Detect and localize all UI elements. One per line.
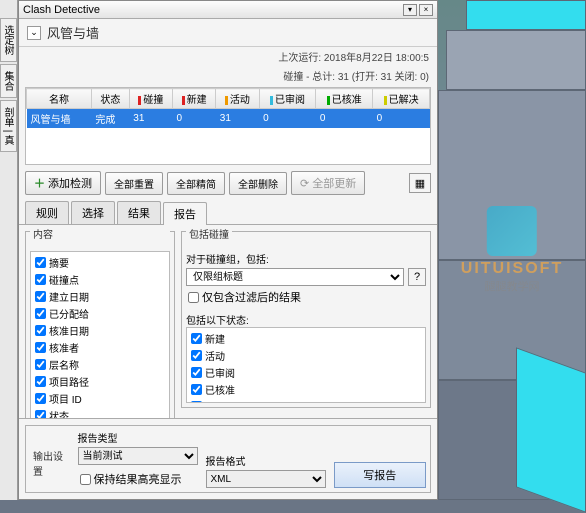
content-item[interactable]: 项目路径	[33, 373, 167, 390]
content-item[interactable]: 核准者	[33, 339, 167, 356]
include-fieldset: 包括碰撞 对于碰撞组，包括: 仅限组标题 ? 仅包含过滤后的结果 包括以下状态:…	[181, 231, 431, 408]
col-header[interactable]: 状态	[91, 89, 129, 109]
output-fieldset: 输出设置 报告类型 当前测试 保持结果高亮显示 报告格式 XML 写报告	[25, 425, 431, 493]
add-test-button[interactable]: ＋添加检测	[25, 171, 101, 195]
group-select[interactable]: 仅限组标题	[186, 268, 404, 286]
export-button[interactable]: ▦	[409, 173, 431, 193]
vertical-tabs: 选定树 集合 剖单 | 真	[0, 0, 18, 500]
vtab-1[interactable]: 集合	[0, 64, 17, 98]
state-item[interactable]: 活动	[189, 347, 423, 364]
vtab-0[interactable]: 选定树	[0, 18, 17, 62]
tab-results[interactable]: 结果	[117, 201, 161, 224]
content-list[interactable]: 摘要碰撞点建立日期已分配给核准日期核准者层名称项目路径项目 ID状态距离说明注释…	[30, 251, 170, 418]
filter-only-check[interactable]: 仅包含过滤后的结果	[186, 288, 426, 306]
write-report-button[interactable]: 写报告	[334, 462, 426, 488]
col-header[interactable]: 碰撞	[129, 89, 172, 109]
state-item[interactable]: 已审阅	[189, 364, 423, 381]
content-item[interactable]: 摘要	[33, 254, 167, 271]
clash-panel: Clash Detective ▾ × ⌄ 风管与墙 上次运行: 2018年8月…	[18, 0, 438, 500]
tab-report[interactable]: 报告	[163, 202, 207, 225]
content-fieldset: 内容 摘要碰撞点建立日期已分配给核准日期核准者层名称项目路径项目 ID状态距离说…	[25, 231, 175, 418]
clash-table: 名称状态碰撞新建活动已审阅已核准已解决 风管与墙完成31031000	[25, 87, 431, 165]
content-item[interactable]: 核准日期	[33, 322, 167, 339]
col-header[interactable]: 已解决	[373, 89, 430, 109]
titlebar: Clash Detective ▾ ×	[19, 1, 437, 19]
col-header[interactable]: 已核准	[316, 89, 373, 109]
3d-viewport[interactable]: UITUISOFT 腿腿教学网	[438, 0, 586, 500]
window-title: Clash Detective	[23, 4, 100, 16]
collapse-button[interactable]: ⌄	[27, 26, 41, 40]
col-header[interactable]: 新建	[173, 89, 216, 109]
state-item[interactable]: 已核准	[189, 381, 423, 398]
tabs: 规则 选择 结果 报告	[19, 201, 437, 225]
content-item[interactable]: 状态	[33, 407, 167, 418]
section-header: ⌄ 风管与墙	[19, 19, 437, 47]
keep-highlight-check[interactable]: 保持结果高亮显示	[78, 470, 198, 488]
update-all-button[interactable]: ⟳全部更新	[291, 171, 365, 195]
refresh-icon: ⟳	[300, 177, 309, 190]
col-header[interactable]: 名称	[27, 89, 92, 109]
delete-all-button[interactable]: 全部删除	[229, 172, 287, 195]
format-label: 报告格式	[206, 453, 326, 468]
vtab-2[interactable]: 剖单 | 真	[0, 100, 17, 152]
last-run: 上次运行: 2018年8月22日 18:00:5	[19, 47, 437, 66]
states-list[interactable]: 新建活动已审阅已核准已解决	[186, 327, 426, 403]
type-label: 报告类型	[78, 430, 198, 445]
tab-select[interactable]: 选择	[71, 201, 115, 224]
states-label: 包括以下状态:	[186, 312, 426, 327]
tab-rules[interactable]: 规则	[25, 201, 69, 224]
group-label: 对于碰撞组，包括:	[186, 251, 426, 266]
compact-all-button[interactable]: 全部精简	[167, 172, 225, 195]
state-item[interactable]: 新建	[189, 330, 423, 347]
summary: 碰撞 - 总计: 31 (打开: 31 关闭: 0)	[19, 66, 437, 85]
state-item[interactable]: 已解决	[189, 398, 423, 403]
test-name: 风管与墙	[47, 23, 99, 42]
content-item[interactable]: 建立日期	[33, 288, 167, 305]
pin-button[interactable]: ▾	[403, 4, 417, 16]
output-legend: 输出设置	[30, 448, 70, 478]
table-row[interactable]: 风管与墙完成31031000	[27, 109, 430, 129]
reset-all-button[interactable]: 全部重置	[105, 172, 163, 195]
close-button[interactable]: ×	[419, 4, 433, 16]
help-button[interactable]: ?	[408, 268, 426, 286]
content-item[interactable]: 项目 ID	[33, 390, 167, 407]
col-header[interactable]: 活动	[216, 89, 259, 109]
report-type-select[interactable]: 当前测试	[78, 447, 198, 465]
report-format-select[interactable]: XML	[206, 470, 326, 488]
content-item[interactable]: 已分配给	[33, 305, 167, 322]
button-row: ＋添加检测 全部重置 全部精简 全部删除 ⟳全部更新 ▦	[19, 165, 437, 201]
col-header[interactable]: 已审阅	[259, 89, 316, 109]
include-legend: 包括碰撞	[186, 226, 232, 241]
content-item[interactable]: 碰撞点	[33, 271, 167, 288]
content-legend: 内容	[30, 226, 170, 241]
plus-icon: ＋	[34, 175, 45, 191]
content-item[interactable]: 层名称	[33, 356, 167, 373]
